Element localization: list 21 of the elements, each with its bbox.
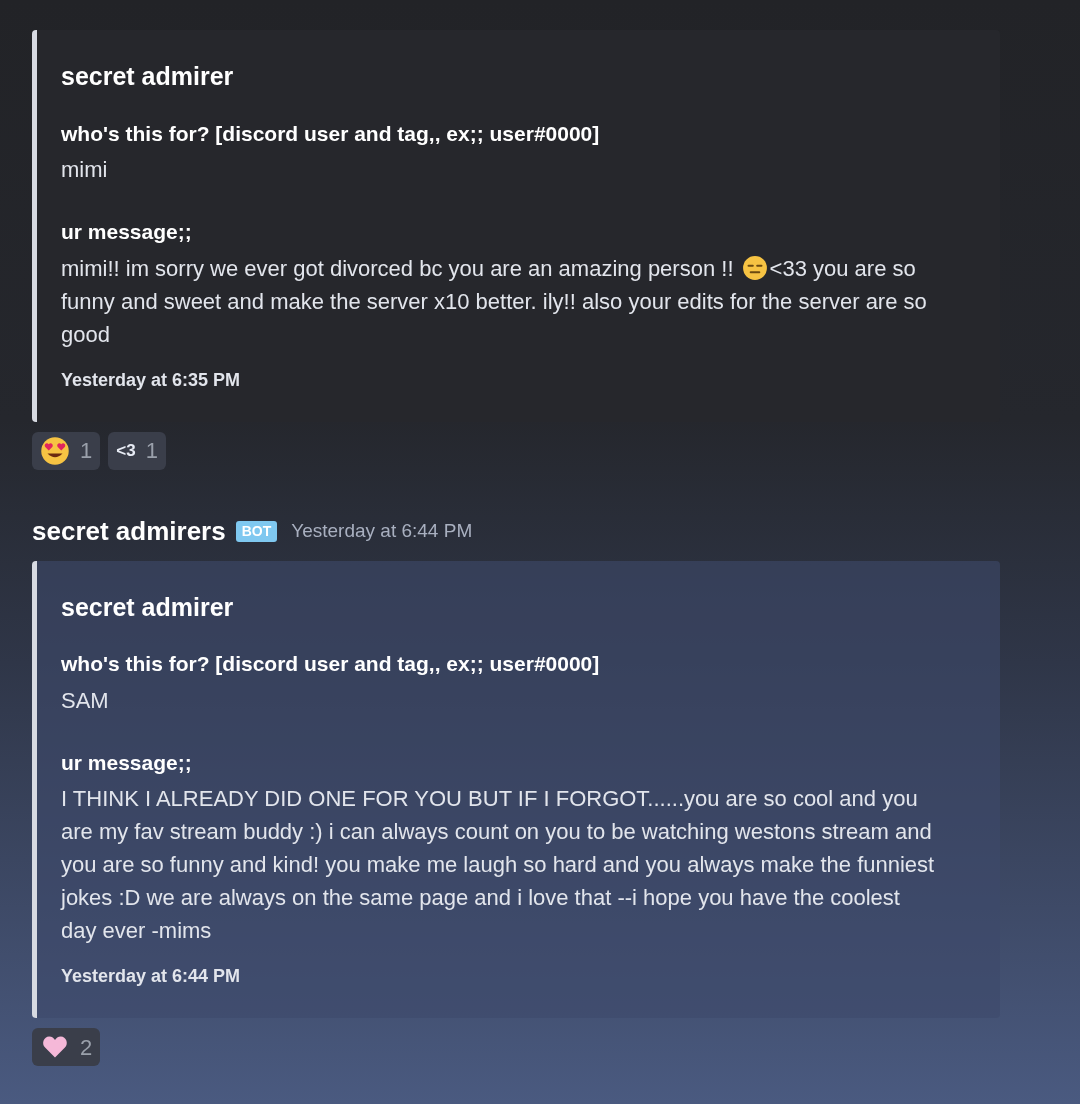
reaction-emoji: <3 <box>116 439 136 462</box>
field-value: SAM <box>61 686 110 715</box>
field-value: I THINK I ALREADY DID ONE FOR YOU BUT IF I FORGOT......you are so cool and you are my fav stream buddy :) i can always count on you to be watching westons stream and you are so funny and kind! you make me laugh so hard and you always make the funniest jokes :D we are always on the same page and i love that --i hope you have the coolest day ever -mims <box>61 785 936 945</box>
field-value: mimi <box>61 156 109 184</box>
embed-title: secret admirer <box>61 591 235 623</box>
field-name: who's this for? [discord user and tag,, ex;; user#0000] <box>61 120 601 147</box>
field-name: ur message;; <box>61 749 193 776</box>
message-timestamp: Yesterday at 6:44 PM <box>291 518 473 543</box>
heart-eyes-emoji-icon <box>40 435 70 466</box>
field-name: who's this for? [discord user and tag,, ex;; user#0000] <box>61 651 601 677</box>
embed-footer: Yesterday at 6:44 PM <box>61 963 976 990</box>
field-value: mimi!! im sorry we ever got divorced bc you are an amazing person !! <33 you are so funny and sweet and make the server x10 better. ily!! also your edits for the server are so good <box>61 253 928 349</box>
face-emoji-icon <box>741 254 768 281</box>
embed-footer: Yesterday at 6:35 PM <box>61 366 976 394</box>
reaction-button[interactable]: 1 <box>32 431 101 470</box>
reaction-button[interactable]: <3 1 <box>108 431 166 470</box>
bot-tag: BOT <box>235 520 278 542</box>
embed-title: secret admirer <box>61 61 235 92</box>
reaction-button[interactable]: 2 <box>32 1028 101 1066</box>
field-name: ur message;; <box>61 219 193 245</box>
author-name[interactable]: secret admirers <box>32 511 226 551</box>
